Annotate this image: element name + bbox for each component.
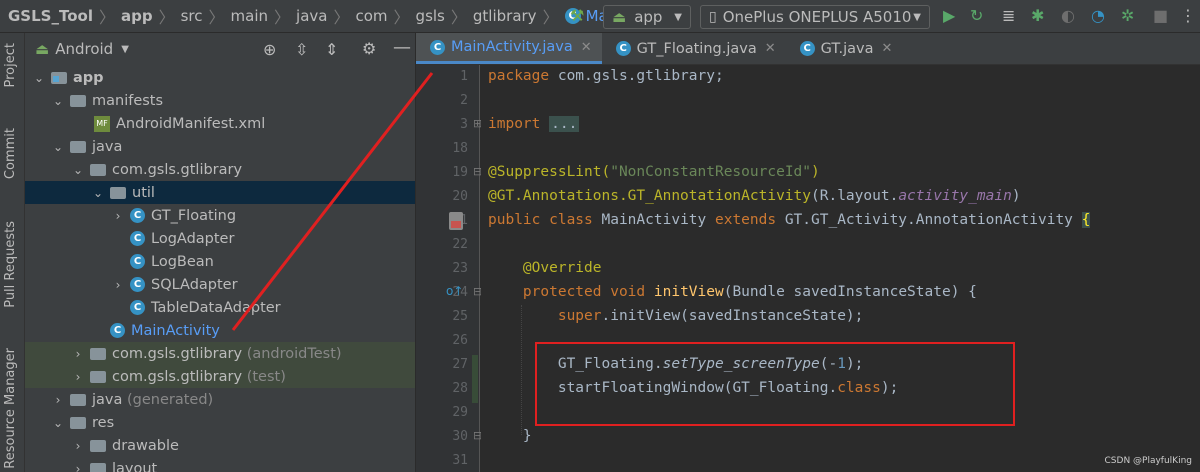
watermark: CSDN @PlayfulKing: [1104, 456, 1192, 466]
annotation-arrow: [231, 72, 434, 331]
